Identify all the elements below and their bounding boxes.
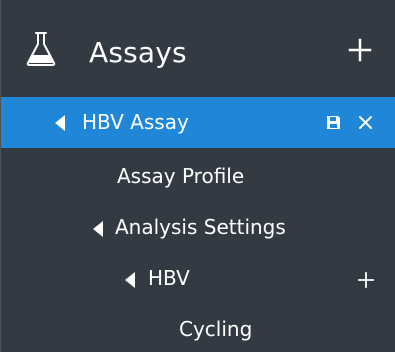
tree-item-assay-profile[interactable]: Assay Profile bbox=[1, 153, 395, 204]
add-assay-button[interactable] bbox=[348, 38, 372, 62]
assays-panel: Assays HBV Assay Assay Profile Analysis … bbox=[0, 0, 395, 352]
caret-left-icon[interactable] bbox=[55, 115, 65, 131]
tree-item-label: Cycling bbox=[179, 317, 253, 341]
tree-item-hbv-assay[interactable]: HBV Assay bbox=[1, 97, 395, 148]
tree-item-label: Analysis Settings bbox=[115, 215, 286, 239]
tree-item-label: HBV bbox=[148, 266, 190, 290]
tree-item-analysis-settings[interactable]: Analysis Settings bbox=[1, 204, 395, 255]
close-icon[interactable] bbox=[358, 115, 373, 130]
save-icon[interactable] bbox=[326, 115, 341, 130]
add-target-button[interactable] bbox=[358, 272, 374, 288]
tree-item-cycling[interactable]: Cycling bbox=[1, 306, 395, 352]
assays-header: Assays bbox=[1, 0, 395, 90]
caret-left-icon[interactable] bbox=[93, 221, 103, 237]
caret-left-icon[interactable] bbox=[125, 272, 135, 288]
flask-icon bbox=[26, 32, 56, 66]
tree-item-label: Assay Profile bbox=[117, 164, 245, 188]
header-title: Assays bbox=[89, 36, 187, 69]
tree-item-label: HBV Assay bbox=[82, 110, 189, 134]
tree-item-hbv[interactable]: HBV bbox=[1, 255, 395, 306]
